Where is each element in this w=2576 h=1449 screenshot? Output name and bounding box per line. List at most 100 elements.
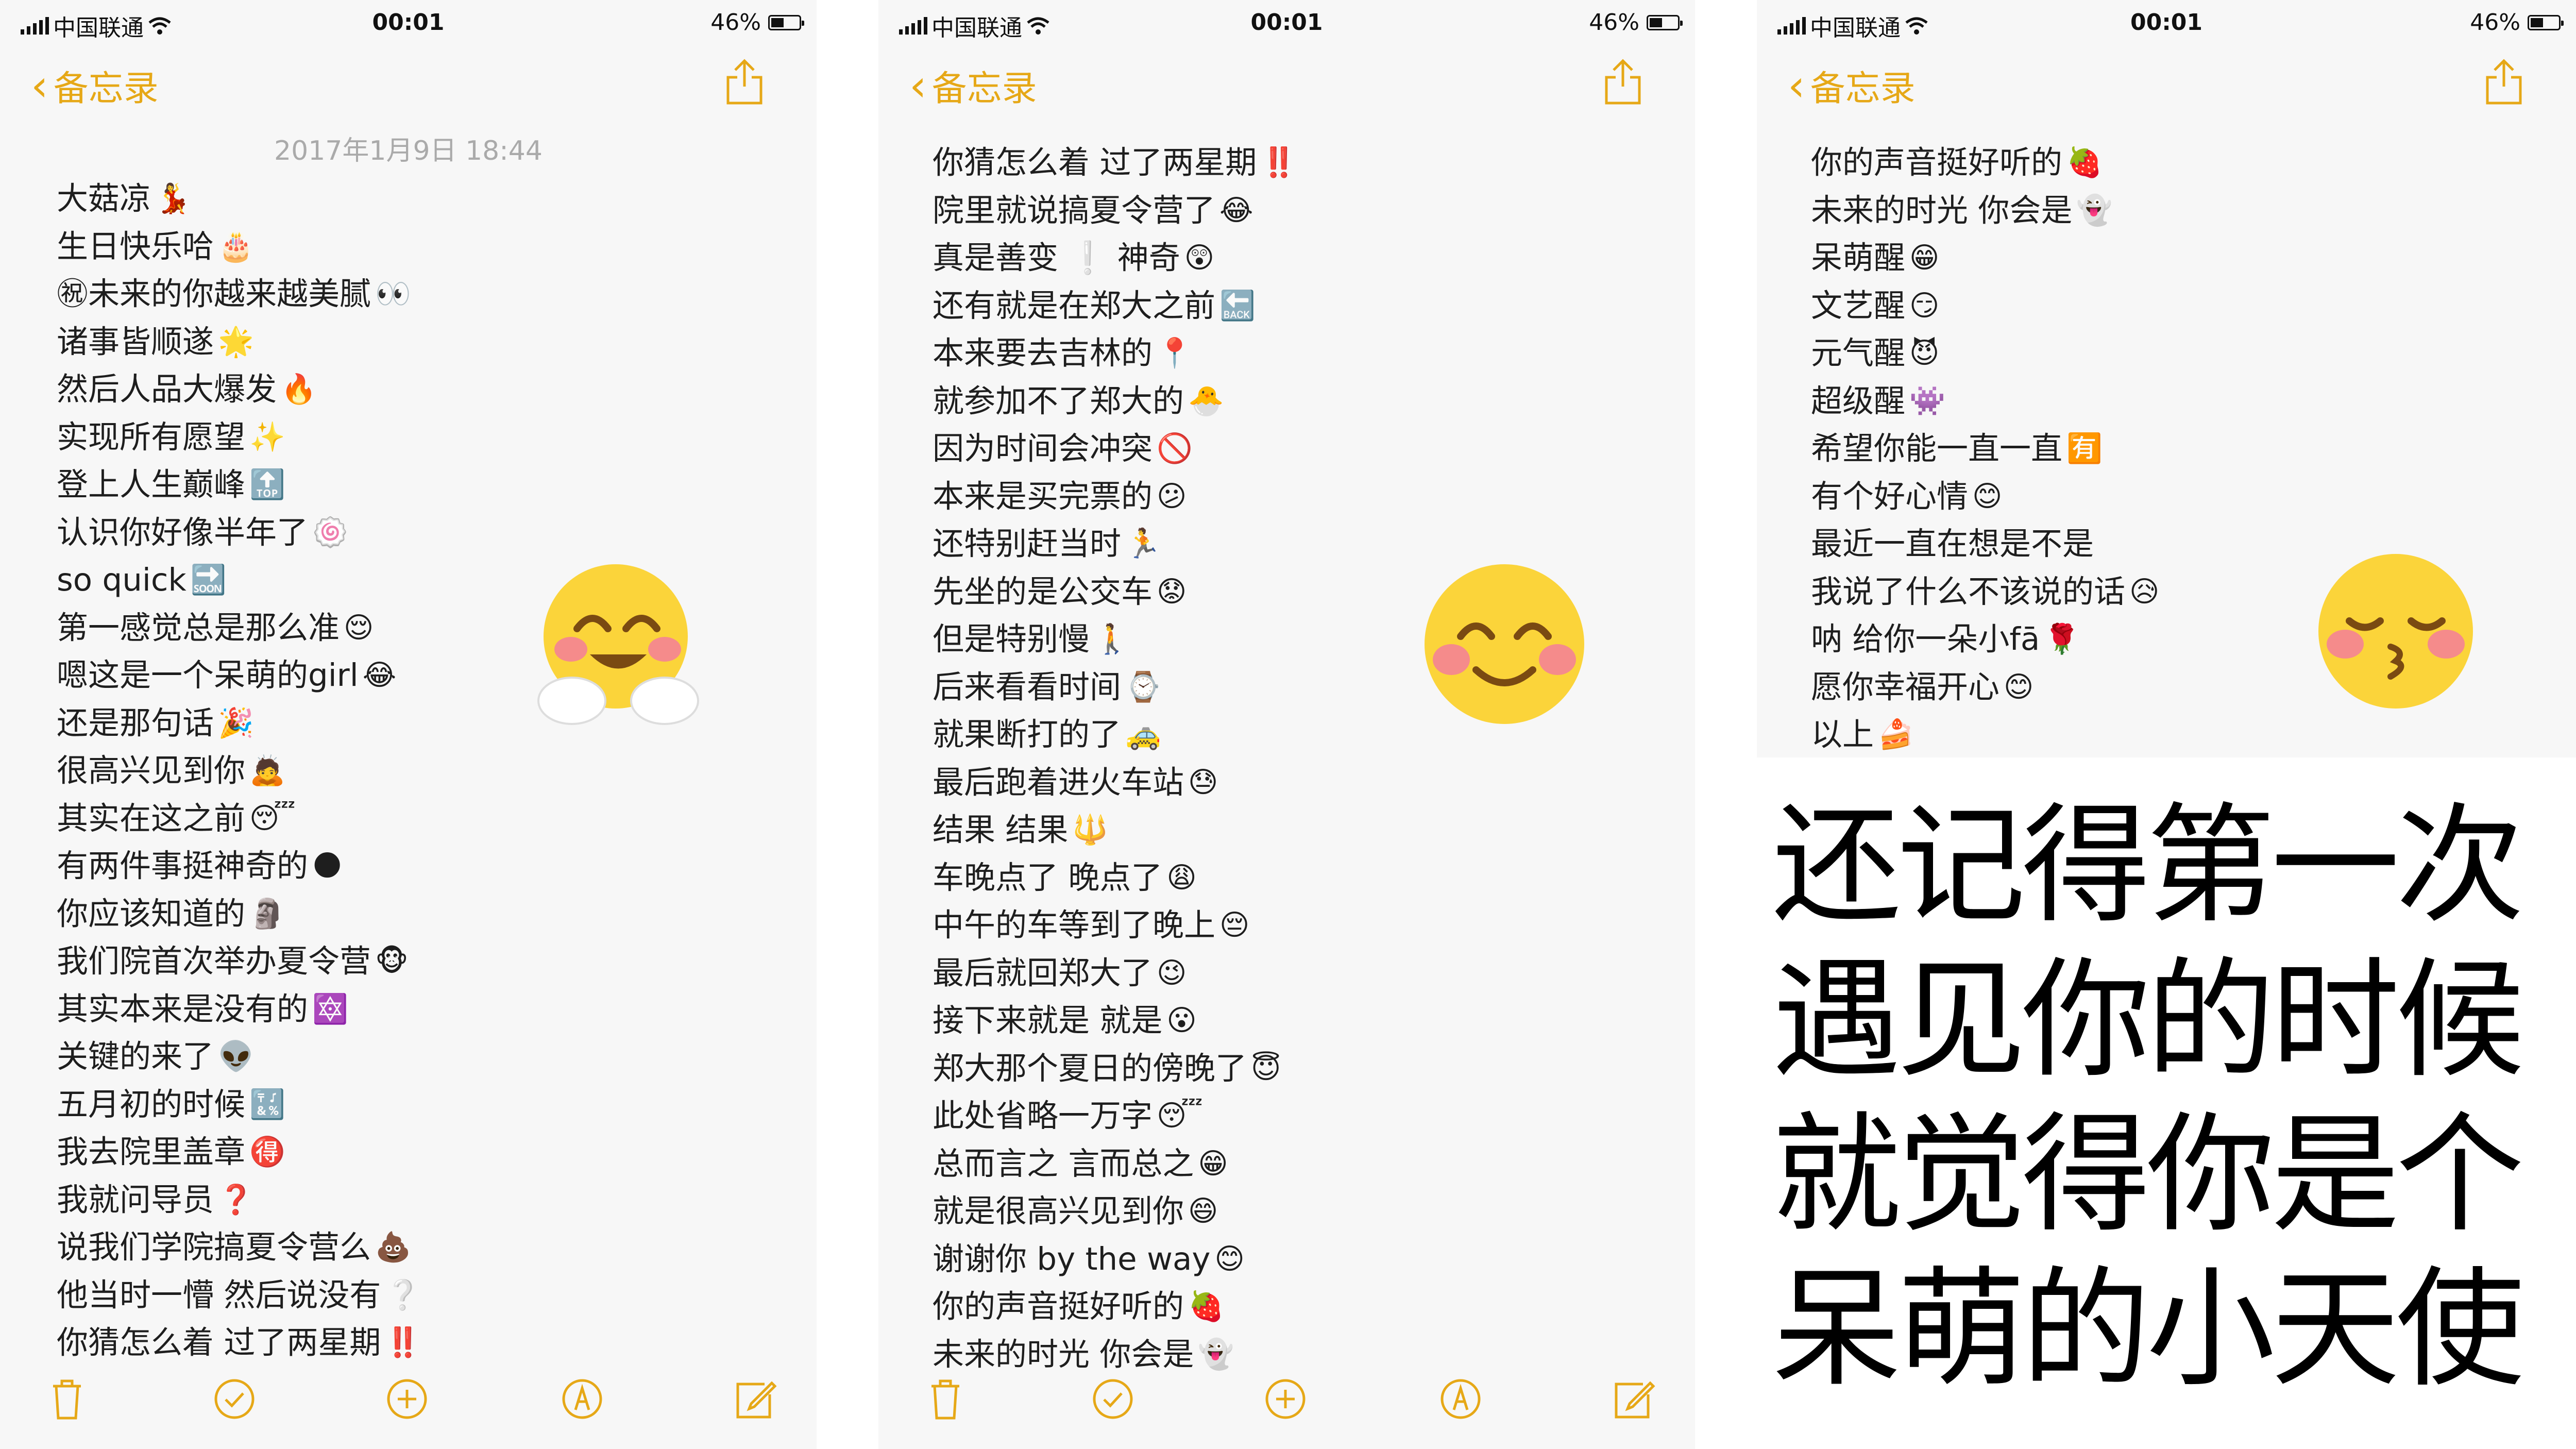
notes-screen-2: 中国联通 00:01 46% ‹ 备忘录 你猜怎么着 过了两星期 ‼️ 院里就说搞夏令… xyxy=(878,0,1695,1449)
note-line: 超级醒 👾 xyxy=(1811,378,2159,426)
emoji-icon: 🏃 xyxy=(1125,527,1161,561)
share-icon[interactable] xyxy=(724,57,765,106)
note-line-text: 结果 结果 xyxy=(933,812,1069,848)
note-line: 还有就是在郑大之前 🔙 xyxy=(933,282,1297,330)
note-line-text: ㊗未来的你越来越美腻 xyxy=(57,276,371,312)
compose-icon[interactable] xyxy=(732,1376,778,1422)
note-line: 愿你幸福开心 😊 xyxy=(1811,664,2159,712)
note-line: 谢谢你 by the way 😊 xyxy=(933,1236,1297,1284)
markup-icon[interactable] xyxy=(1437,1376,1484,1422)
note-line-text: 本来要去吉林的 xyxy=(933,335,1153,372)
note-line: 我说了什么不该说的话 😥 xyxy=(1811,568,2159,616)
note-line: 最后就回郑大了 😉 xyxy=(933,950,1297,998)
note-line-text: 第一感觉总是那么准 xyxy=(57,609,340,646)
back-label: 备忘录 xyxy=(1810,69,1916,109)
note-line: 因为时间会冲突 🚫 xyxy=(933,425,1297,473)
note-line-text: 生日快乐哈 xyxy=(57,228,214,265)
note-line-text: 谢谢你 by the way xyxy=(933,1240,1211,1277)
note-line-text: 车晚点了 晚点了 xyxy=(933,859,1163,896)
emoji-icon: 🌹 xyxy=(2044,622,2080,656)
note-line: 你应该知道的 🗿 xyxy=(57,890,421,938)
emoji-icon: 😁 xyxy=(1909,241,1940,275)
note-line-text: 然后人品大爆发 xyxy=(57,371,277,408)
emoji-icon: 😟 xyxy=(1157,575,1187,609)
battery-percent: 46% xyxy=(2470,9,2520,36)
toolbar xyxy=(878,1366,1695,1427)
emoji-icon: 😉 xyxy=(1157,956,1187,990)
note-line: 其实本来是没有的 🔯 xyxy=(57,986,421,1034)
emoji-icon: 🔣 xyxy=(249,1087,285,1121)
note-line-text: 总而言之 言而总之 xyxy=(933,1145,1194,1182)
note-line-text: 就参加不了郑大的 xyxy=(933,382,1184,419)
note-line-text: 有个好心情 xyxy=(1811,478,1969,515)
share-icon[interactable] xyxy=(2483,57,2524,106)
emoji-icon: 😂 xyxy=(362,659,397,692)
note-line: 中午的车等到了晚上 😔 xyxy=(933,902,1297,950)
note-line-text: 最近一直在想是不是 xyxy=(1811,526,2094,562)
trash-icon[interactable] xyxy=(922,1376,969,1422)
note-line: ㊗未来的你越来越美腻 👀 xyxy=(57,271,421,318)
emoji-icon: 😕 xyxy=(1157,479,1187,513)
note-line-text: 你的声音挺好听的 xyxy=(933,1288,1184,1325)
note-line: 其实在这之前 😴 xyxy=(57,795,421,843)
notes-screen-3: 中国联通 00:01 46% ‹ 备忘录 你的声音挺好听的 🍓 未来的时光 你会是 👻 呆… xyxy=(1757,0,2576,757)
emoji-icon: 😮 xyxy=(1166,1004,1197,1037)
checklist-icon[interactable] xyxy=(1090,1376,1136,1422)
note-body[interactable]: 你的声音挺好听的 🍓 未来的时光 你会是 👻 呆萌醒 😁 文艺醒 😏 元气醒 😈 超级醒 👾 希望你能一… xyxy=(1811,139,2159,757)
toolbar xyxy=(0,1366,817,1427)
emoji-icon: 😂 xyxy=(1219,193,1253,227)
note-line-text: 超级醒 xyxy=(1811,382,1906,419)
back-chevron-icon: ‹ xyxy=(31,60,48,111)
emoji-icon: 🌑 xyxy=(312,849,343,883)
note-line-text: 就果断打的了 xyxy=(933,716,1122,753)
note-line-text: 嗯这是一个呆萌的girl xyxy=(57,657,359,694)
note-line: 院里就说搞夏令营了 😂 xyxy=(933,187,1297,235)
status-bar: 中国联通 00:01 46% xyxy=(878,0,1695,49)
markup-icon[interactable] xyxy=(559,1376,605,1422)
note-line: 有个好心情 😊 xyxy=(1811,473,2159,521)
note-line-text: 希望你能一直一直 xyxy=(1811,430,2063,467)
note-line: 但是特别慢 🚶 xyxy=(933,616,1297,664)
emoji-icon: 🐣 xyxy=(1188,384,1224,418)
caption: 还记得第一次 遇见你的时候 就觉得你是个 呆萌的小天使 xyxy=(1772,788,2576,1407)
clock: 00:01 xyxy=(372,9,445,36)
note-line-text: 你应该知道的 xyxy=(57,895,246,932)
note-line: 然后人品大爆发 🔥 xyxy=(57,366,421,414)
note-line: 说我们学院搞夏令营么 💩 xyxy=(57,1224,421,1272)
back-button[interactable]: ‹ 备忘录 xyxy=(31,60,159,111)
note-line: 就参加不了郑大的 🐣 xyxy=(933,378,1297,426)
note-line: 就果断打的了 🚕 xyxy=(933,711,1297,759)
note-line-text: 就是很高兴见到你 xyxy=(933,1193,1184,1229)
note-line-text: 其实本来是没有的 xyxy=(57,990,309,1027)
trash-icon[interactable] xyxy=(44,1376,90,1422)
note-line-text: 中午的车等到了晚上 xyxy=(933,907,1216,943)
note-line-text: 我们院首次举办夏令营 xyxy=(57,943,371,980)
note-line: 还特别赶当时 🏃 xyxy=(933,520,1297,568)
note-line-text: 你猜怎么着 过了两星期 xyxy=(933,144,1257,181)
note-line: 呆萌醒 😁 xyxy=(1811,234,2159,282)
emoji-icon: 🚶 xyxy=(1094,622,1130,656)
back-button[interactable]: ‹ 备忘录 xyxy=(1788,60,1916,111)
back-chevron-icon: ‹ xyxy=(1788,60,1805,111)
note-line: 他当时一懵 然后说没有 ❔ xyxy=(57,1272,421,1320)
note-line: 未来的时光 你会是 👻 xyxy=(1811,187,2159,235)
note-line: 最近一直在想是不是 xyxy=(1811,520,2159,568)
back-button[interactable]: ‹ 备忘录 xyxy=(909,60,1037,111)
note-line: 生日快乐哈 🎂 xyxy=(57,223,421,271)
checklist-icon[interactable] xyxy=(211,1376,258,1422)
share-icon[interactable] xyxy=(1602,57,1643,106)
kissing-face-emoji xyxy=(2318,554,2473,709)
note-line-text: 诸事皆顺遂 xyxy=(57,323,214,360)
add-icon[interactable] xyxy=(384,1376,430,1422)
emoji-icon: 😓 xyxy=(1188,765,1218,799)
emoji-icon: ‼️ xyxy=(385,1326,421,1359)
note-line-text: 呆萌醒 xyxy=(1811,240,1906,276)
note-body[interactable]: 大菇凉 💃 生日快乐哈 🎂 ㊗未来的你越来越美腻 👀 诸事皆顺遂 🌟 然后人品大爆发 🔥 实现所有愿… xyxy=(57,175,421,1367)
battery-icon xyxy=(768,14,804,30)
note-body[interactable]: 你猜怎么着 过了两星期 ‼️ 院里就说搞夏令营了 😂 真是善变 ❕ 神奇 😲 还有就是在郑大… xyxy=(933,139,1297,1378)
add-icon[interactable] xyxy=(1262,1376,1309,1422)
emoji-icon: ❓ xyxy=(218,1183,254,1217)
compose-icon[interactable] xyxy=(1610,1376,1656,1422)
note-line: 你猜怎么着 过了两星期 ‼️ xyxy=(57,1319,421,1367)
note-line: 总而言之 言而总之 😁 xyxy=(933,1140,1297,1188)
